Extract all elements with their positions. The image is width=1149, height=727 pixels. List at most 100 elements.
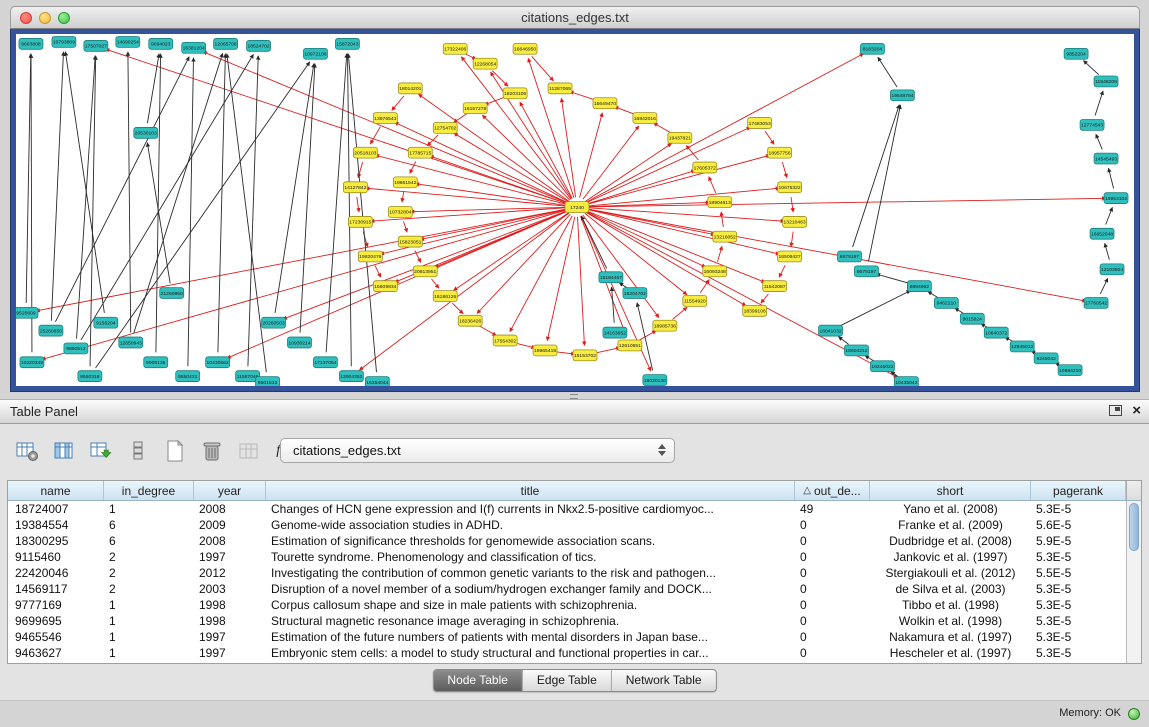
row-height-icon[interactable] [125,438,151,464]
graph-node[interactable]: 18957756 [768,147,792,158]
graph-node[interactable]: 17483053 [748,118,772,129]
graph-node[interactable]: 16842016 [633,113,657,124]
graph-node[interactable]: 9156204 [94,317,118,328]
graph-node[interactable]: 10435042 [894,377,918,386]
graph-node[interactable]: 10884210 [1058,365,1082,376]
column-header-name[interactable]: name [8,481,104,500]
graph-node[interactable]: 16186126 [433,291,457,302]
graph-node[interactable]: 9603808 [19,38,43,49]
table-source-combobox[interactable]: citations_edges.txt [280,438,675,463]
graph-node[interactable]: 20518103 [353,147,377,158]
graph-node[interactable]: 18604212 [845,345,869,356]
graph-node[interactable]: 15823051 [398,236,422,247]
graph-node[interactable]: 11554920 [683,296,707,307]
column-header-short[interactable]: short [870,481,1031,500]
graph-node[interactable]: 12268054 [473,58,497,69]
graph-node[interactable]: 25260850 [39,325,63,336]
graph-node[interactable]: 19245022 [870,361,894,372]
tab-node-table[interactable]: Node Table [433,670,523,691]
graph-node[interactable]: 15872043 [335,38,359,49]
graph-node[interactable]: 8894962 [907,281,931,292]
graph-node[interactable]: 16157278 [463,103,487,114]
close-window-button[interactable] [20,12,32,24]
scrollbar-thumb[interactable] [1129,503,1139,551]
graph-node[interactable]: 8183204 [860,43,884,54]
graph-node[interactable]: 9245042 [1034,353,1058,364]
graph-node[interactable]: 16652048 [1090,228,1114,239]
table-row[interactable]: 969969511998Structural magnetic resonanc… [8,613,1126,629]
create-column-icon[interactable] [162,438,188,464]
graph-node[interactable]: 18904613 [708,197,732,208]
graph-node[interactable]: 17507027 [84,40,108,51]
table-row[interactable]: 1872400712008Changes of HCN gene express… [8,501,1126,517]
graph-node[interactable]: 16646950 [513,43,537,54]
graph-node[interactable]: 21260850 [160,288,184,299]
zoom-window-button[interactable] [58,12,70,24]
graph-node[interactable]: 10430662 [206,357,230,368]
graph-node[interactable]: 9520609 [16,307,38,318]
graph-node[interactable]: 11287065 [548,83,572,94]
graph-node[interactable]: 16093248 [703,266,727,277]
table-row[interactable]: 946554611997Estimation of the future num… [8,629,1126,645]
table-row[interactable]: 2242004622012Investigating the contribut… [8,565,1126,581]
graph-node[interactable]: 9679197 [855,266,879,277]
graph-node[interactable]: 19820476 [358,251,382,262]
table-mode-icon[interactable] [14,438,40,464]
graph-node[interactable]: 17137054 [313,357,337,368]
graph-node[interactable]: 9852204 [1064,48,1088,59]
graph-node[interactable]: 9550421 [176,371,200,382]
graph-node[interactable]: 10675322 [778,182,802,193]
graph-node[interactable]: 20260503 [262,317,286,328]
column-header-year[interactable]: year [194,481,266,500]
minimize-window-button[interactable] [39,12,51,24]
graph-node[interactable]: 20530103 [134,127,158,138]
graph-node[interactable]: 14163052 [603,327,627,338]
graph-node[interactable]: 11542087 [763,281,787,292]
delete-column-icon[interactable] [199,438,225,464]
graph-node[interactable]: 17760542 [1084,298,1108,309]
graph-node[interactable]: 8650318 [78,371,102,382]
graph-node[interactable]: 20813951 [413,266,437,277]
graph-node[interactable]: 16204702 [623,288,647,299]
graph-node[interactable]: 17322406 [443,43,467,54]
window-titlebar[interactable]: citations_edges.txt [10,6,1140,29]
graph-node[interactable]: 18399106 [743,305,767,316]
graph-node[interactable]: 16381204 [182,42,206,53]
graph-node[interactable]: 16041032 [819,325,843,336]
graph-node[interactable]: 9905135 [144,357,168,368]
graph-node[interactable]: 18203106 [503,88,527,99]
splitter-handle[interactable] [566,392,582,399]
close-panel-icon[interactable]: × [1132,403,1141,418]
graph-node[interactable]: 8679197 [838,251,862,262]
graph-node[interactable]: 12103504 [1100,264,1124,275]
graph-node[interactable]: 12774543 [1080,120,1104,131]
graph-node[interactable]: 13976543 [373,113,397,124]
graph-node[interactable]: 9015824 [960,313,984,324]
tab-network-table[interactable]: Network Table [612,670,716,691]
graph-node[interactable]: 9094023 [149,38,173,49]
graph-node[interactable]: 18236426 [458,315,482,326]
graph-node[interactable]: 19437821 [668,132,692,143]
graph-node[interactable]: 17785715 [408,147,432,158]
vertical-scrollbar[interactable] [1126,501,1141,663]
table-row[interactable]: 1830029562008Estimation of significance … [8,533,1126,549]
select-columns-icon[interactable] [51,438,77,464]
graph-node[interactable]: 17605372 [693,162,717,173]
graph-node[interactable]: 18985736 [653,320,677,331]
graph-node[interactable]: 18014201 [398,83,422,94]
table-row[interactable]: 946362711997Embryonic stem cells: a mode… [8,645,1126,661]
graph-node[interactable]: 18020130 [643,375,667,386]
graph-node[interactable]: 12610651 [618,340,642,351]
graph-node[interactable]: 10793809 [52,36,76,47]
graph-node[interactable]: 17230915 [348,216,372,227]
table-row[interactable]: 1456911722003Disruption of a novel membe… [8,581,1126,597]
graph-node[interactable]: 18524702 [247,40,271,51]
graph-node[interactable]: 13216052 [713,231,737,242]
graph-node[interactable]: 9462210 [934,298,958,309]
graph-node[interactable]: 13210463 [783,216,807,227]
column-header-indegree[interactable]: in_degree [104,481,194,500]
graph-node[interactable]: 19965418 [533,345,557,356]
graph-node[interactable]: 14690254 [116,36,140,47]
graph-node[interactable]: 14545493 [1094,153,1118,164]
graph-node[interactable]: 9501532 [256,377,280,386]
